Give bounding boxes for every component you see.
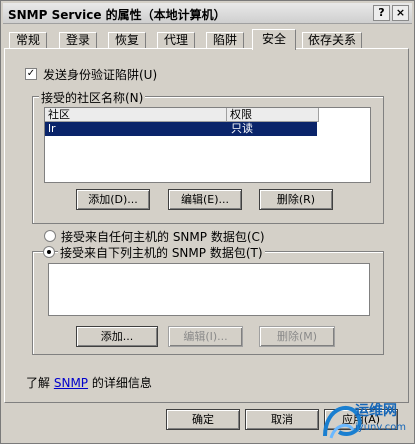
tab-dependencies[interactable]: 依存关系 [302,32,362,49]
remove-host-button[interactable]: 删除(M) [259,326,335,347]
accept-any-host-radio[interactable] [44,230,56,242]
properties-window: SNMP Service 的属性（本地计算机） ? × 常规 登录 恢复 代理 … [0,0,415,444]
ok-button[interactable]: 确定 [166,409,240,430]
hosts-group: 接受来自下列主机的 SNMP 数据包(T) 添加... 编辑(I)... 删除(… [32,244,384,355]
tab-agent[interactable]: 代理 [157,32,195,49]
communities-group-label: 接受的社区名称(N) [39,89,146,106]
learn-more-prefix: 了解 [26,376,51,390]
communities-group: 接受的社区名称(N) 社区 权限 lr 只读 添加(D)... 编辑(E)...… [32,89,384,224]
column-header-community[interactable]: 社区 [45,108,227,122]
remove-community-button[interactable]: 删除(R) [259,189,333,210]
edit-host-button[interactable]: 编辑(I)... [168,326,243,347]
accept-listed-hosts-radio[interactable] [43,246,55,258]
row-rights: 只读 [231,122,253,135]
edit-community-button[interactable]: 编辑(E)... [168,189,242,210]
watermark-sub-text: iyunv.com [355,422,407,433]
close-button[interactable]: × [392,5,409,21]
accept-any-host-label: 接受来自任何主机的 SNMP 数据包(C) [61,230,265,244]
hosts-list[interactable] [48,263,370,316]
cancel-button[interactable]: 取消 [245,409,319,430]
tab-recovery[interactable]: 恢复 [108,32,146,49]
tab-general[interactable]: 常规 [9,32,47,49]
column-header-rights[interactable]: 权限 [227,108,319,122]
table-row[interactable]: lr 只读 [45,122,317,136]
watermark-logo: 运维网 iyunv.com [319,396,411,441]
watermark-main-text: 运维网 [355,403,397,419]
add-host-button[interactable]: 添加... [76,326,158,347]
tab-logon[interactable]: 登录 [59,32,97,49]
add-community-button[interactable]: 添加(D)... [76,189,150,210]
window-title: SNMP Service 的属性（本地计算机） [8,8,226,22]
auth-trap-checkbox[interactable]: ✓ [25,68,37,80]
help-button[interactable]: ? [373,5,390,21]
communities-list[interactable]: 社区 权限 lr 只读 [44,107,371,183]
learn-more-text: 了解 SNMP 的详细信息 [26,374,152,391]
title-bar[interactable]: SNMP Service 的属性（本地计算机） ? × [3,3,412,24]
security-panel: ✓ 发送身份验证陷阱(U) 接受的社区名称(N) 社区 权限 lr 只读 添加(… [4,48,409,403]
accept-listed-hosts-label: 接受来自下列主机的 SNMP 数据包(T) [58,244,265,261]
row-community: lr [48,122,56,135]
learn-more-suffix: 的详细信息 [91,376,152,390]
tab-security[interactable]: 安全 [252,29,296,50]
tab-traps[interactable]: 陷阱 [206,32,244,49]
auth-trap-label: 发送身份验证陷阱(U) [43,68,158,82]
snmp-help-link[interactable]: SNMP [54,376,88,390]
